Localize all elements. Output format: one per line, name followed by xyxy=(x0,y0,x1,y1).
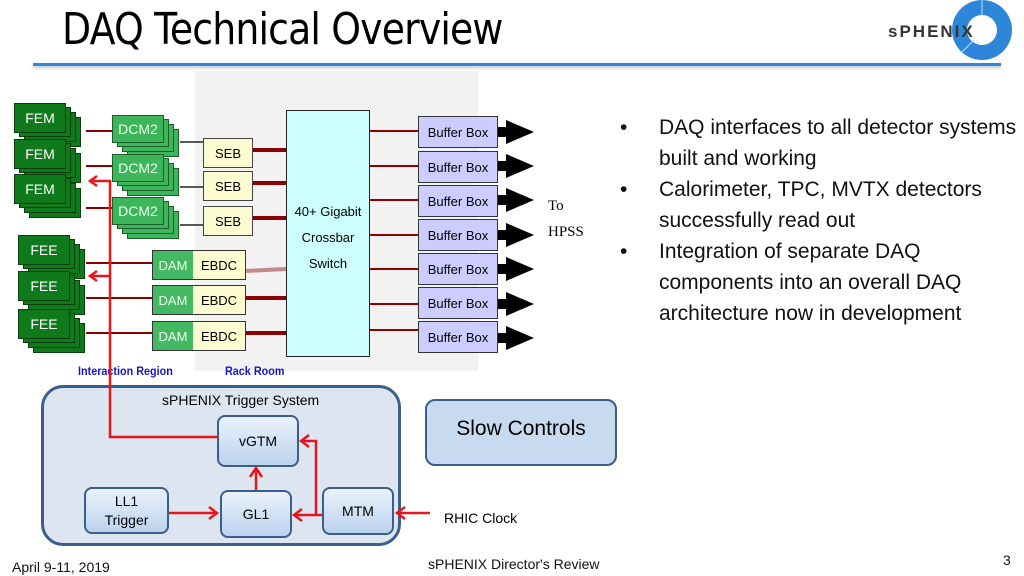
output-arrow xyxy=(496,292,534,316)
dcm2-label: DCM2 xyxy=(112,154,164,182)
sphenix-logo: sPHENIX xyxy=(882,0,1022,62)
buffer-box: Buffer Box xyxy=(418,321,498,353)
fee-dam-links xyxy=(86,262,152,334)
switch-label-line: Switch xyxy=(308,256,348,271)
hpss-line: To xyxy=(548,198,564,214)
fem-label: FEM xyxy=(14,103,66,133)
mtm-box: MTM xyxy=(322,487,394,535)
buffer-box: Buffer Box xyxy=(418,287,498,319)
output-arrow xyxy=(496,120,534,144)
logo-text: sPHENIX xyxy=(888,22,975,41)
bullet-item: • Integration of separate DAQ components … xyxy=(620,236,1020,329)
bullet-text: Calorimeter, TPC, MVTX detectors success… xyxy=(659,178,982,232)
bullet-list: • DAQ interfaces to all detector systems … xyxy=(620,112,1020,329)
arrow-head-icon xyxy=(87,269,98,283)
buffer-box: Buffer Box xyxy=(418,116,498,148)
output-arrow xyxy=(496,223,534,247)
fee-label: FEE xyxy=(18,235,70,265)
dcm2-label: DCM2 xyxy=(112,197,164,225)
dam-box: DAM xyxy=(152,321,194,351)
output-arrow xyxy=(496,188,534,212)
fem-label: FEM xyxy=(14,139,66,169)
footer-date: April 9-11, 2019 xyxy=(12,559,110,575)
buffer-box: Buffer Box xyxy=(418,151,498,183)
seb-box: SEB xyxy=(203,206,253,236)
ll1-line: Trigger xyxy=(104,511,149,528)
hpss-line: HPSS xyxy=(548,224,584,240)
buffer-box: Buffer Box xyxy=(418,185,498,217)
seb-box: SEB xyxy=(203,171,253,201)
rhic-clock-label: RHIC Clock xyxy=(444,510,518,526)
bullet-text: Integration of separate DAQ components i… xyxy=(659,240,962,325)
bullet-dot-icon: • xyxy=(620,240,628,263)
output-arrow xyxy=(496,154,534,178)
ebdc-box: EBDC xyxy=(193,250,246,280)
switch-label-line: 40+ Gigabit xyxy=(294,204,362,219)
dcm2-label: DCM2 xyxy=(112,115,164,143)
bullet-text: DAQ interfaces to all detector systems b… xyxy=(659,116,1017,170)
ll1-trigger-box: LL1 Trigger xyxy=(84,487,169,534)
footer-title: sPHENIX Director's Review xyxy=(428,556,600,572)
ebdc-box: EBDC xyxy=(193,285,246,315)
bullet-item: • Calorimeter, TPC, MVTX detectors succes… xyxy=(620,174,1020,236)
title-divider xyxy=(33,63,1001,66)
gl1-box: GL1 xyxy=(220,490,292,538)
seb-box: SEB xyxy=(203,138,253,168)
fee-label: FEE xyxy=(18,309,70,339)
switch-label-line: Crossbar xyxy=(301,230,355,245)
hpss-arrows xyxy=(496,120,534,350)
vgtm-box: vGTM xyxy=(217,415,299,467)
buffer-box: Buffer Box xyxy=(418,253,498,285)
bullet-dot-icon: • xyxy=(620,116,628,139)
bullet-dot-icon: • xyxy=(620,178,628,201)
slow-controls-box: Slow Controls xyxy=(425,399,617,466)
dam-box: DAM xyxy=(152,250,194,280)
to-hpss-label: To HPSS xyxy=(548,193,584,245)
ebdc-box: EBDC xyxy=(193,321,246,351)
rack-room-label: Rack Room xyxy=(225,364,285,378)
ll1-line: LL1 xyxy=(114,492,139,509)
crossbar-switch: 40+ Gigabit Crossbar Switch xyxy=(286,110,370,357)
interaction-region-label: Interaction Region xyxy=(78,364,173,378)
buffer-box: Buffer Box xyxy=(418,219,498,251)
output-arrow xyxy=(496,326,534,350)
bullet-item: • DAQ interfaces to all detector systems … xyxy=(620,112,1020,174)
dam-box: DAM xyxy=(152,285,194,315)
fem-dcm-links xyxy=(86,130,112,209)
fee-label: FEE xyxy=(18,271,70,301)
page-number: 3 xyxy=(1003,552,1011,568)
trigger-system-title: sPHENIX Trigger System xyxy=(162,392,320,408)
fem-label: FEM xyxy=(14,174,66,204)
slide-title: DAQ Technical Overview xyxy=(62,4,503,55)
arrow-head-icon xyxy=(87,174,98,188)
output-arrow xyxy=(496,257,534,281)
